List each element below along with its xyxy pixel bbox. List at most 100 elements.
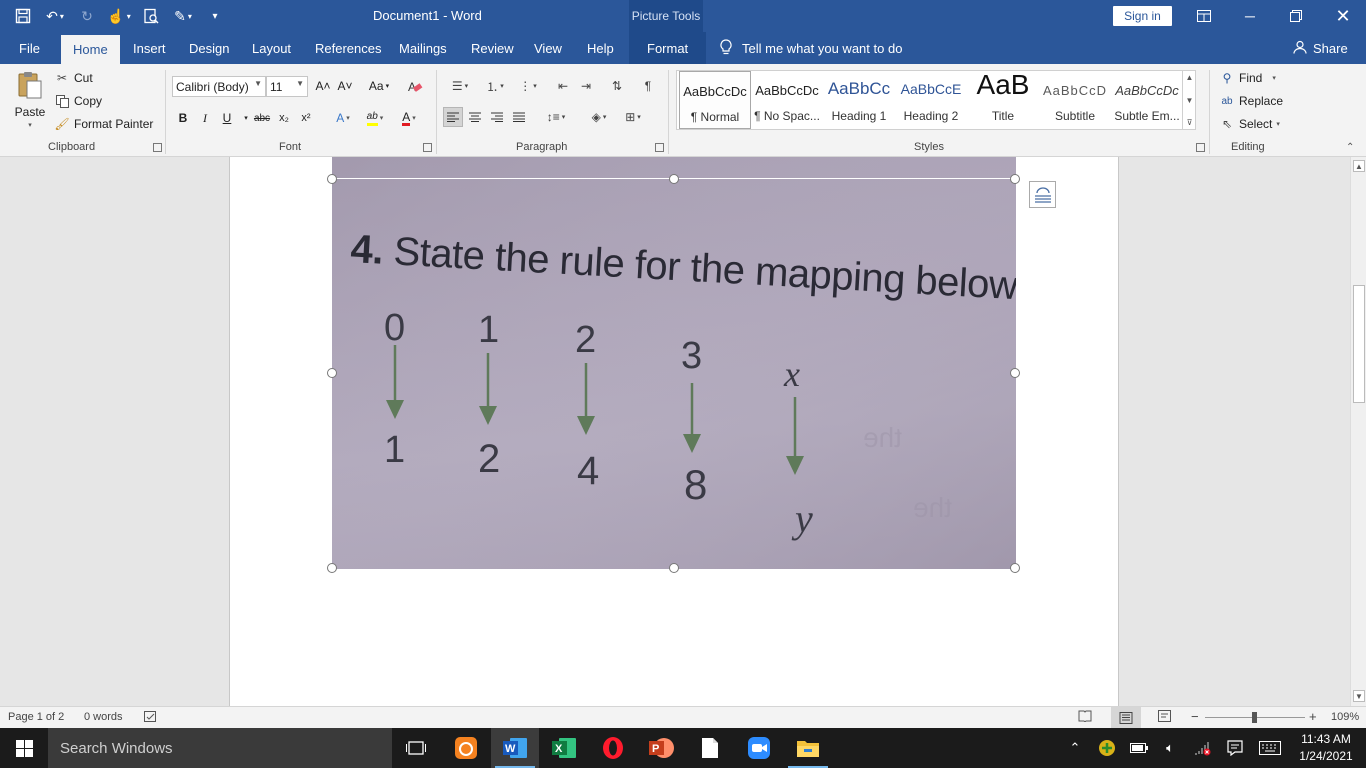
shrink-font-button[interactable]: A˅ [335,76,355,96]
zoom-in-icon[interactable]: + [1309,709,1317,724]
bold-button[interactable]: B [173,108,193,128]
shading-icon[interactable]: ◈ ▾ [584,107,614,127]
opera-browser-icon[interactable] [589,728,637,768]
windows-start-icon[interactable] [0,728,48,768]
find-button[interactable]: ⚲ Find ▾ [1219,70,1276,86]
font-color-button[interactable]: A ▾ [395,108,423,128]
resize-handle[interactable] [1010,174,1020,184]
tray-app-icon[interactable] [1096,728,1118,768]
format-painter-button[interactable]: 🖌 Format Painter [54,116,153,132]
scroll-thumb[interactable] [1353,285,1365,403]
tab-review[interactable]: Review [471,32,514,64]
taskbar-clock[interactable]: 11:43 AM 1/24/2021 [1291,731,1361,765]
tab-layout[interactable]: Layout [252,32,291,64]
print-preview-icon[interactable] [138,3,164,29]
resize-handle[interactable] [327,368,337,378]
resize-handle[interactable] [327,174,337,184]
minimize-icon[interactable]: ─ [1227,0,1273,32]
paste-dropdown-icon[interactable]: ▾ [28,121,32,129]
page-count[interactable]: Page 1 of 2 [8,711,64,723]
text-effects-button[interactable]: A ▾ [330,108,356,128]
print-layout-icon[interactable] [1111,707,1141,728]
network-icon[interactable] [1190,728,1214,768]
tab-references[interactable]: References [315,32,381,64]
undo-icon[interactable]: ↶ ▾ [42,3,68,29]
strikethrough-button[interactable]: abc [252,108,272,128]
tab-design[interactable]: Design [189,32,229,64]
maximize-icon[interactable] [1273,0,1319,32]
touch-draw-icon[interactable]: ✎ ▾ [170,3,196,29]
battery-icon[interactable] [1128,728,1150,768]
redo-icon[interactable]: ↻ [74,3,100,29]
paste-button[interactable]: Paste ▾ [14,70,46,129]
customize-qat-icon[interactable]: ▾ [202,3,228,29]
tab-insert[interactable]: Insert [133,32,166,64]
web-layout-icon[interactable] [1158,710,1172,722]
style-heading-1[interactable]: AaBbCc Heading 1 [823,71,895,129]
justify-icon[interactable] [509,107,529,127]
clear-formatting-icon[interactable]: A [405,76,425,96]
style-normal[interactable]: AaBbCcDc ¶ Normal [679,71,751,129]
zoom-slider-thumb[interactable] [1252,712,1257,723]
chevron-up-icon[interactable]: ▲ [1186,73,1194,82]
sign-in-button[interactable]: Sign in [1113,6,1172,26]
styles-scroll[interactable]: ▲ ▼ ⊽ [1182,71,1196,129]
tell-me-search[interactable]: Tell me what you want to do [720,32,902,64]
show-formatting-button[interactable]: ¶ [638,76,658,96]
copy-button[interactable]: Copy [54,93,102,109]
document-file-icon[interactable] [686,728,734,768]
volume-icon[interactable]: 🔈︎ [1158,728,1182,768]
cut-button[interactable]: ✂ Cut [54,70,93,86]
style-no-spacing[interactable]: AaBbCcDc ¶ No Spac... [751,71,823,129]
read-mode-icon[interactable] [1078,710,1092,722]
font-name-combo[interactable]: Calibri (Body) ▼ [172,76,266,97]
borders-icon[interactable]: ⊞ ▾ [618,107,648,127]
keyboard-icon[interactable] [1256,728,1284,768]
select-button[interactable]: ⇖ Select ▾ [1219,116,1280,132]
replace-button[interactable]: ab Replace [1219,93,1283,109]
task-view-icon[interactable] [392,728,440,768]
tab-home[interactable]: Home [61,35,120,64]
bullets-icon[interactable]: ☰ ▾ [445,76,475,96]
zoom-out-icon[interactable]: − [1191,709,1199,724]
align-right-icon[interactable] [487,107,507,127]
subscript-button[interactable]: x₂ [274,108,294,128]
styles-launcher-icon[interactable] [1196,143,1205,152]
taskbar-search-input[interactable]: Search Windows [48,728,392,768]
chevron-down-icon[interactable]: ▼ [1186,96,1194,105]
grow-font-button[interactable]: A˄ [313,76,333,96]
scroll-up-icon[interactable]: ▲ [1353,160,1365,172]
align-center-icon[interactable] [465,107,485,127]
style-heading-2[interactable]: AaBbCcE Heading 2 [895,71,967,129]
style-title[interactable]: AaB Title [967,71,1039,129]
word-count[interactable]: 0 words [84,711,123,723]
underline-button[interactable]: U [217,108,237,128]
resize-handle[interactable] [669,563,679,573]
superscript-button[interactable]: x² [296,108,316,128]
sort-icon[interactable]: ⇅ [607,76,627,96]
ribbon-display-options-icon[interactable] [1181,0,1227,32]
decrease-indent-icon[interactable]: ⇤ [553,76,573,96]
zoom-app-icon[interactable] [735,728,783,768]
action-center-icon[interactable] [1222,728,1248,768]
tab-mailings[interactable]: Mailings [399,32,447,64]
file-explorer-icon[interactable] [784,728,832,768]
resize-handle[interactable] [669,174,679,184]
vertical-scrollbar[interactable]: ▲ ▼ [1350,157,1366,706]
style-subtle-emphasis[interactable]: AaBbCcDc Subtle Em... [1111,71,1183,129]
line-spacing-icon[interactable]: ↕≡ ▾ [541,107,571,127]
font-launcher-icon[interactable] [423,143,432,152]
numbering-icon[interactable]: ⒈ ▾ [480,76,510,96]
collapse-ribbon-icon[interactable]: ⌃ [1346,142,1354,153]
resize-handle[interactable] [327,563,337,573]
style-subtitle[interactable]: AaBbCcD Subtitle [1039,71,1111,129]
align-left-icon[interactable] [443,107,463,127]
proofing-icon[interactable] [144,711,158,723]
tab-format[interactable]: Format [629,32,707,64]
resize-handle[interactable] [1010,563,1020,573]
zoom-level[interactable]: 109% [1331,711,1359,723]
close-icon[interactable]: ✕ [1320,0,1366,32]
uc-browser-icon[interactable] [442,728,490,768]
powerpoint-app-icon[interactable]: P [637,728,685,768]
layout-options-icon[interactable] [1029,181,1056,208]
